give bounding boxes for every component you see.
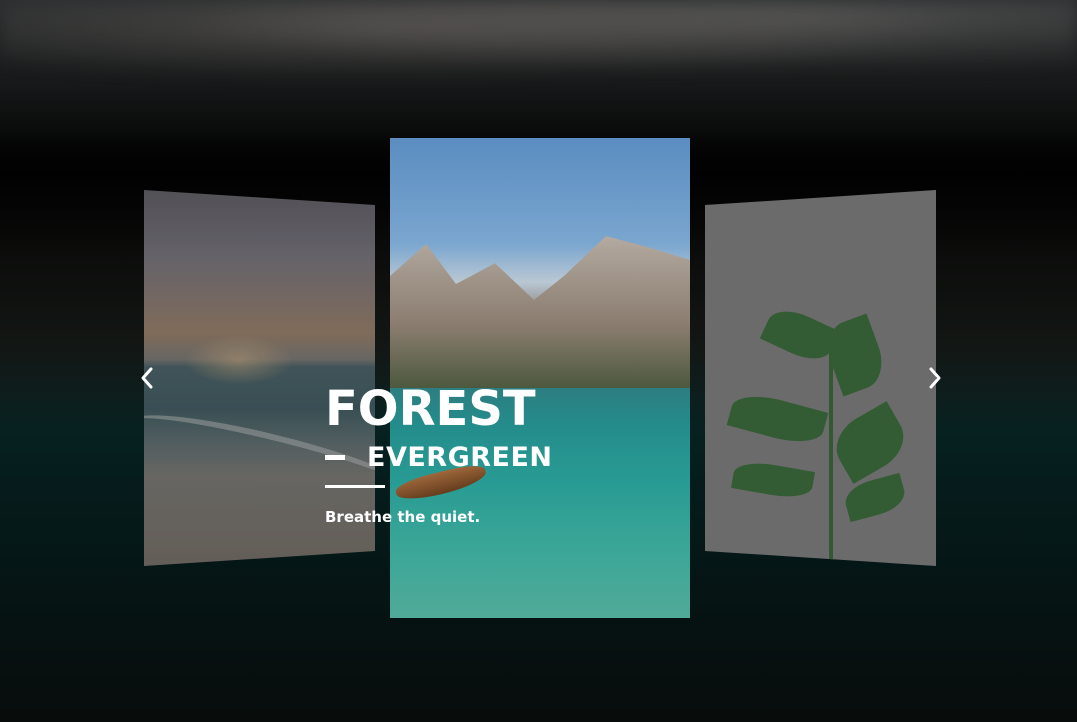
subtitle-row: EVERGREEN <box>325 442 553 473</box>
card-shade <box>390 138 690 618</box>
chevron-right-icon <box>929 367 941 389</box>
chevron-left-icon <box>141 367 153 389</box>
slide-caption: FOREST EVERGREEN Breathe the quiet. <box>325 380 553 526</box>
slide-title: FOREST <box>325 381 536 437</box>
next-slide-button[interactable] <box>921 364 949 392</box>
slide-card-active[interactable] <box>390 138 690 618</box>
slide-subtitle: EVERGREEN <box>367 442 553 473</box>
slide-card-next[interactable] <box>705 190 936 566</box>
subtitle-dash <box>325 455 345 460</box>
caption-underline <box>325 485 385 488</box>
card-shade <box>705 190 936 566</box>
prev-slide-button[interactable] <box>133 364 161 392</box>
slide-tagline: Breathe the quiet. <box>325 508 481 526</box>
